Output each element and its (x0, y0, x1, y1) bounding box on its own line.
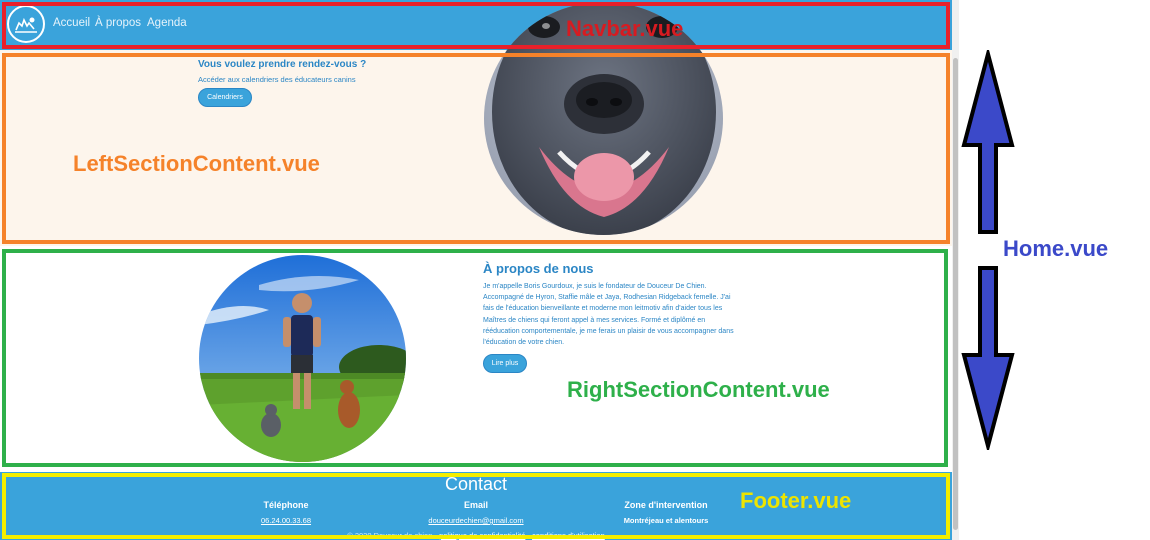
home-annotation: Home.vue (1003, 236, 1109, 261)
navbar-outline (2, 2, 950, 49)
right-section-outline (2, 249, 948, 467)
footer-annotation: Footer.vue (740, 488, 852, 513)
right-section-annotation: RightSectionContent.vue (567, 377, 830, 402)
left-section-annotation: LeftSectionContent.vue (73, 151, 320, 176)
navbar-annotation: Navbar.vue (566, 16, 684, 41)
left-section-outline (2, 53, 950, 244)
